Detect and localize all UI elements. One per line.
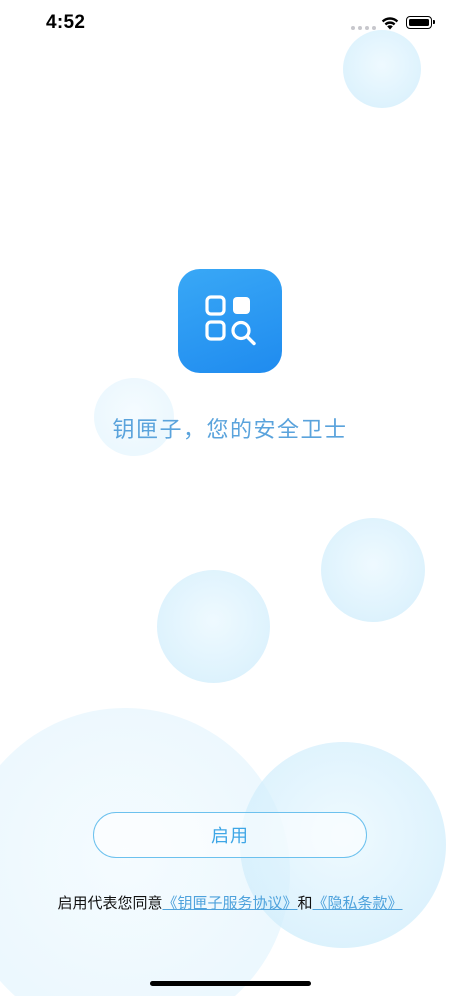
enable-button[interactable]: 启用: [93, 812, 367, 858]
battery-icon: [406, 16, 435, 29]
agreement-prefix: 启用代表您同意: [57, 894, 163, 912]
slogan-text: 钥匣子，您的安全卫士: [112, 418, 348, 443]
agreement-conjunction: 和: [297, 894, 313, 912]
background-bubble: [157, 570, 270, 683]
agreement-text: 启用代表您同意《钥匣子服务协议》和《隐私条款》: [0, 892, 460, 913]
launch-screen: 4:52 钥匣子，您的安全卫士 启用 启用代表您同意《钥匣子服务协议》和《隐私条…: [0, 0, 460, 996]
privacy-policy-link[interactable]: 《隐私条款》: [313, 894, 403, 912]
status-time: 4:52: [46, 12, 86, 33]
app-grid-search-icon: [205, 295, 256, 346]
cellular-signal-icon: [351, 26, 376, 30]
service-agreement-link[interactable]: 《钥匣子服务协议》: [162, 894, 297, 912]
status-bar: 4:52: [0, 0, 460, 54]
wifi-icon: [381, 17, 399, 30]
background-bubble: [321, 518, 425, 622]
app-logo-icon: [178, 269, 282, 373]
home-indicator[interactable]: [150, 981, 311, 986]
